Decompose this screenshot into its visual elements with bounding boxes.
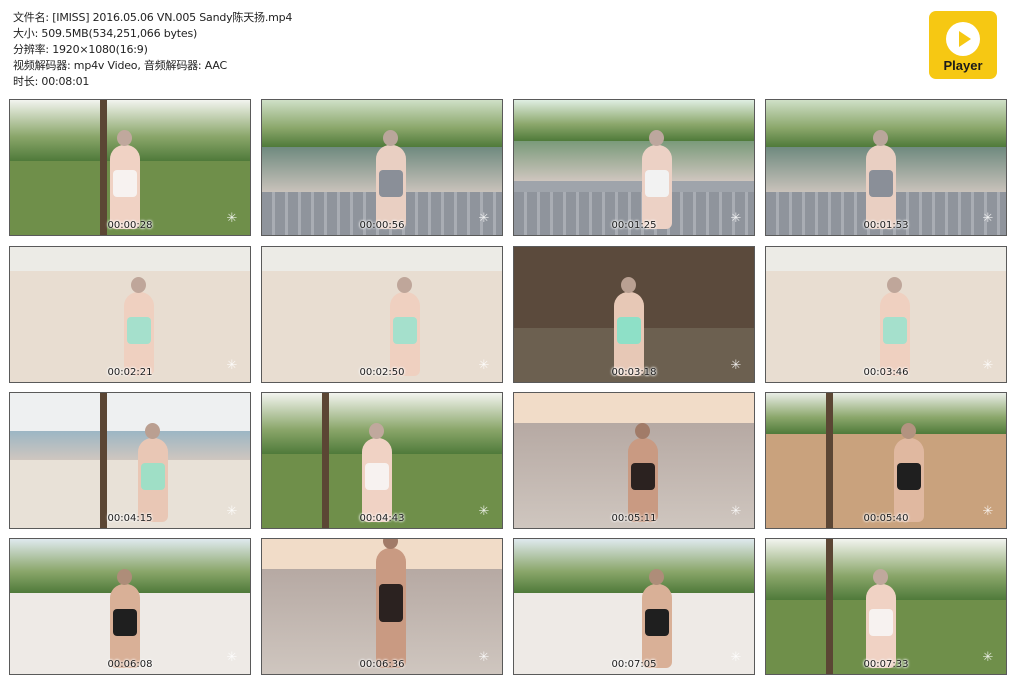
thumbnail-background [262,100,502,148]
thumbnail-water [10,430,250,461]
thumbnail-tree [100,393,107,528]
thumbnail-timestamp: 00:06:36 [359,659,405,670]
thumbnail-background [766,393,1006,434]
thumbnail-timestamp: 00:04:43 [359,513,405,524]
file-info-panel: 文件名: [IMISS] 2016.05.06 VN.005 Sandy陈天扬.… [13,10,292,90]
thumbnail-timestamp: 00:03:18 [611,367,657,378]
thumbnail-tree [322,393,329,528]
thumbnail-figure [138,438,168,522]
video-thumbnail[interactable]: ✳ 00:00:56 [261,99,503,236]
player-button-label: Player [943,58,983,73]
video-thumbnail[interactable]: ✳ 00:02:21 [9,246,251,383]
thumbnail-timestamp: 00:02:50 [359,367,405,378]
thumbnail-timestamp: 00:00:28 [107,220,153,231]
thumbnail-background [514,100,754,141]
thumbnail-figure [642,584,672,668]
thumbnail-timestamp: 00:00:56 [359,220,405,231]
video-thumbnail[interactable]: ✳ 00:03:18 [513,246,755,383]
player-button[interactable]: Player [929,11,997,79]
thumbnail-timestamp: 00:05:11 [611,513,657,524]
thumbnail-figure [894,438,924,522]
video-thumbnail[interactable]: ✳ 00:06:08 [9,538,251,675]
video-thumbnail[interactable]: ✳ 00:07:33 [765,538,1007,675]
thumbnail-timestamp: 00:05:40 [863,513,909,524]
size-text: 大小: 509.5MB(534,251,066 bytes) [13,27,198,40]
thumbnail-background [10,393,250,431]
thumbnail-timestamp: 00:06:08 [107,659,153,670]
resolution-text: 分辨率: 1920×1080(16:9) [13,43,148,56]
video-thumbnail[interactable]: ✳ 00:04:43 [261,392,503,529]
play-circle-icon [946,22,980,56]
thumbnail-figure [110,145,140,229]
thumbnail-figure [614,292,644,376]
thumbnail-background [514,539,754,593]
thumbnail-figure [376,145,406,229]
thumbnail-figure [110,584,140,668]
thumbnail-figure [362,438,392,522]
thumbnail-background [766,247,1006,272]
thumbnail-figure [376,548,406,668]
thumbnail-background [10,247,250,272]
video-thumbnail[interactable]: ✳ 00:05:11 [513,392,755,529]
thumbnail-figure [628,438,658,522]
filename-text: 文件名: [IMISS] 2016.05.06 VN.005 Sandy陈天扬.… [13,11,293,24]
thumbnail-figure [390,292,420,376]
thumbnail-background [514,393,754,423]
duration-text: 时长: 00:08:01 [13,75,90,88]
thumbnail-background [262,247,502,272]
thumbnail-timestamp: 00:07:05 [611,659,657,670]
thumbnail-figure [124,292,154,376]
thumbnail-figure [866,145,896,229]
thumbnail-timestamp: 00:02:21 [107,367,153,378]
thumbnail-water [514,140,754,181]
thumbnail-timestamp: 00:04:15 [107,513,153,524]
video-thumbnail[interactable]: ✳ 00:01:53 [765,99,1007,236]
codecs-text: 视频解码器: mp4v Video, 音频解码器: AAC [13,59,227,72]
video-thumbnail[interactable]: ✳ 00:01:25 [513,99,755,236]
video-thumbnail[interactable]: ✳ 00:02:50 [261,246,503,383]
video-thumbnail[interactable]: ✳ 00:05:40 [765,392,1007,529]
thumbnail-figure [880,292,910,376]
thumbnail-timestamp: 00:01:25 [611,220,657,231]
thumbnail-tree [826,393,833,528]
video-thumbnail[interactable]: ✳ 00:03:46 [765,246,1007,383]
video-thumbnail[interactable]: ✳ 00:06:36 [261,538,503,675]
thumbnail-tree [100,100,107,235]
video-thumbnail[interactable]: ✳ 00:07:05 [513,538,755,675]
thumbnail-timestamp: 00:07:33 [863,659,909,670]
thumbnail-timestamp: 00:03:46 [863,367,909,378]
thumbnail-grid: ✳ 00:00:28 ✳ 00:00:56 ✳ 00:01:25 ✳ 00:01:53 ✳ 00:… [9,99,1009,677]
video-thumbnail[interactable]: ✳ 00:00:28 [9,99,251,236]
thumbnail-tree [826,539,833,674]
video-thumbnail[interactable]: ✳ 00:04:15 [9,392,251,529]
thumbnail-figure [866,584,896,668]
thumbnail-figure [642,145,672,229]
thumbnail-timestamp: 00:01:53 [863,220,909,231]
